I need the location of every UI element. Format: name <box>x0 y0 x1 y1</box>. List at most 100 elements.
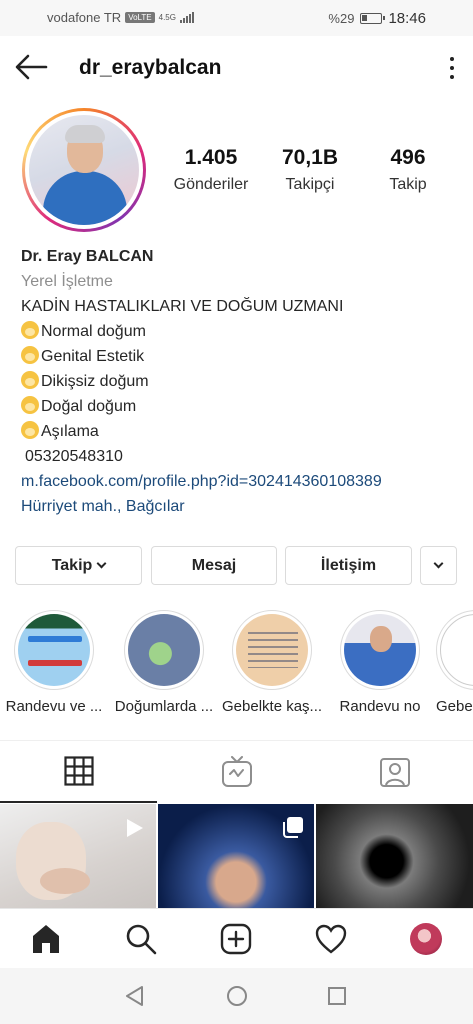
baby-emoji-icon <box>21 421 39 439</box>
bio-line: Normal doğum <box>21 319 466 344</box>
stat-following[interactable]: 496 Takip <box>358 146 458 194</box>
highlight-cover <box>236 614 308 686</box>
system-recents-button[interactable] <box>325 984 349 1008</box>
contact-button[interactable]: İletişim <box>285 546 412 585</box>
status-left: vodafone TR VoLTE 4.5G <box>47 10 194 25</box>
search-icon <box>126 924 157 955</box>
highlight-cover <box>128 614 200 686</box>
network-label: 4.5G <box>158 13 176 22</box>
stat-value: 70,1B <box>281 146 339 169</box>
status-time: 18:46 <box>388 10 426 27</box>
system-back-button[interactable] <box>123 984 147 1008</box>
highlight-label: Randevu ve ... <box>5 698 103 715</box>
follow-button[interactable]: Takip <box>15 546 142 585</box>
bio-item: Aşılama <box>41 423 99 440</box>
baby-emoji-icon <box>21 371 39 389</box>
post-thumbnail[interactable] <box>0 804 156 908</box>
baby-emoji-icon <box>21 346 39 364</box>
highlight-item[interactable]: Gebe <box>436 610 473 715</box>
grid-icon <box>63 756 94 786</box>
nav-profile[interactable] <box>409 923 443 955</box>
profile-avatar[interactable] <box>22 108 146 232</box>
highlight-label: Randevu no <box>339 698 421 715</box>
system-nav-bar <box>0 968 473 1024</box>
status-right: %29 18:46 <box>328 10 426 27</box>
carrier-label: vodafone TR <box>47 10 122 25</box>
chevron-down-icon <box>433 558 444 569</box>
bio-item: Doğal doğum <box>41 398 137 415</box>
profile-username: dr_eraybalcan <box>79 56 222 79</box>
post-thumbnail[interactable] <box>316 804 473 908</box>
bio-line: Doğal doğum <box>21 394 466 419</box>
back-button[interactable] <box>14 52 48 82</box>
circle-home-icon <box>227 986 247 1006</box>
story-highlights: Randevu ve ... Doğumlarda ... Gebelkte k… <box>0 610 473 722</box>
bio-category: Yerel İşletme <box>21 273 113 290</box>
bio-address[interactable]: Hürriyet mah., Bağcılar <box>21 494 466 519</box>
suggestions-button[interactable] <box>420 546 457 585</box>
baby-emoji-icon <box>21 396 39 414</box>
arrow-left-icon <box>15 54 48 80</box>
highlight-cover <box>18 614 90 686</box>
stat-posts[interactable]: 1.405 Gönderiler <box>160 146 262 194</box>
highlight-cover <box>344 614 416 686</box>
message-button[interactable]: Mesaj <box>151 546 277 585</box>
tab-tagged[interactable] <box>316 741 473 803</box>
profile-header: dr_eraybalcan <box>0 36 473 100</box>
igtv-icon <box>221 756 252 787</box>
home-icon <box>33 925 59 953</box>
add-post-icon <box>220 923 252 955</box>
stat-value: 496 <box>390 146 426 169</box>
profile-stats: 1.405 Gönderiler 70,1B Takipçi 496 Takip <box>160 146 460 194</box>
stat-label: Gönderiler <box>173 176 249 193</box>
post-thumbnail[interactable] <box>158 804 314 908</box>
video-icon <box>127 819 143 837</box>
bio-phone: 05320548310 <box>25 448 123 465</box>
bio-item: Normal doğum <box>41 323 146 340</box>
nav-create-post[interactable] <box>219 923 253 955</box>
contact-label: İletişim <box>320 556 377 574</box>
bio-link[interactable]: m.facebook.com/profile.php?id=3024143601… <box>21 469 466 494</box>
profile-actions: Takip Mesaj İletişim <box>15 546 457 585</box>
kebab-menu-icon <box>450 57 454 61</box>
nav-search[interactable] <box>124 923 158 955</box>
nav-activity[interactable] <box>314 923 348 955</box>
highlight-label: Gebe <box>436 698 473 715</box>
avatar <box>410 923 442 955</box>
baby-emoji-icon <box>21 321 39 339</box>
profile-bio: Dr. Eray BALCAN Yerel İşletme KADİN HAST… <box>21 244 466 519</box>
highlight-item[interactable]: Doğumlarda ... <box>114 610 214 715</box>
options-button[interactable] <box>445 54 459 82</box>
follow-label: Takip <box>51 556 93 574</box>
carousel-icon <box>283 817 303 838</box>
bio-line: Dikişsiz doğum <box>21 369 466 394</box>
tab-igtv[interactable] <box>158 741 315 803</box>
status-bar: vodafone TR VoLTE 4.5G %29 18:46 <box>0 0 473 36</box>
highlight-label: Gebelkte kaş... <box>222 698 322 715</box>
triangle-back-icon <box>126 986 143 1006</box>
highlight-item[interactable]: Randevu no <box>330 610 430 715</box>
highlight-item[interactable]: Randevu ve ... <box>4 610 104 715</box>
square-recents-icon <box>328 987 346 1005</box>
stat-label: Takip <box>389 176 427 193</box>
highlight-label: Doğumlarda ... <box>114 698 214 715</box>
bio-item: Dikişsiz doğum <box>41 373 149 390</box>
bio-name: Dr. Eray BALCAN <box>21 248 154 265</box>
bio-line: Aşılama <box>21 419 466 444</box>
system-home-button[interactable] <box>225 984 249 1008</box>
highlight-item[interactable]: Gebelkte kaş... <box>222 610 322 715</box>
stat-followers[interactable]: 70,1B Takipçi <box>262 146 358 194</box>
posts-grid <box>0 804 473 908</box>
profile-tabs <box>0 740 473 803</box>
stat-value: 1.405 <box>184 146 238 169</box>
bio-line: Genital Estetik <box>21 344 466 369</box>
signal-icon <box>179 12 194 23</box>
chevron-down-icon <box>96 558 107 569</box>
bio-item: Genital Estetik <box>41 348 145 365</box>
tab-posts-grid[interactable] <box>0 741 157 803</box>
tagged-icon <box>379 758 410 787</box>
battery-percent: %29 <box>328 11 355 26</box>
nav-home[interactable] <box>29 923 63 955</box>
highlight-cover <box>440 614 473 686</box>
bio-headline: KADİN HASTALIKLARI VE DOĞUM UZMANI <box>21 298 344 315</box>
